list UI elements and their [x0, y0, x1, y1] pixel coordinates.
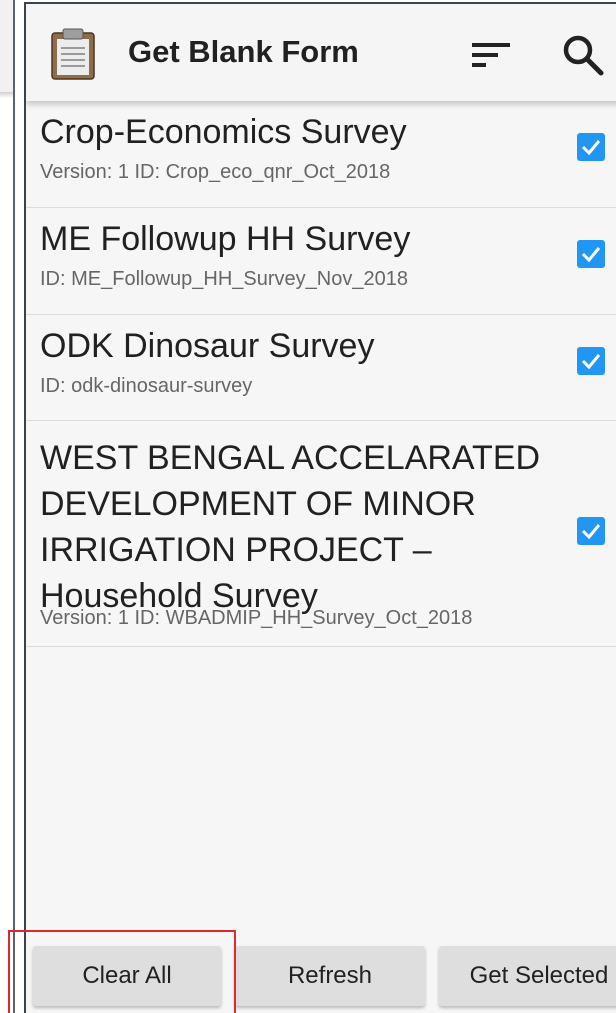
phone-screen: Get Blank Form Crop-Economics Survey Ver…: [24, 2, 616, 1013]
check-icon: [581, 524, 601, 540]
list-item[interactable]: Crop-Economics Survey Version: 1 ID: Cro…: [26, 101, 616, 208]
refresh-button[interactable]: Refresh: [235, 946, 425, 1006]
form-subtitle: ID: odk-dinosaur-survey: [40, 375, 253, 397]
search-icon[interactable]: [562, 34, 604, 76]
form-title: WEST BENGAL ACCELARATED DEVELOPMENT OF M…: [40, 439, 541, 615]
screenshot-page: Get Blank Form Crop-Economics Survey Ver…: [0, 0, 616, 1013]
previous-screen-shadow: [0, 92, 13, 98]
clear-all-button[interactable]: Clear All: [33, 946, 221, 1006]
check-icon: [581, 354, 601, 370]
form-list: Crop-Economics Survey Version: 1 ID: Cro…: [26, 101, 616, 647]
list-item[interactable]: WEST BENGAL ACCELARATED DEVELOPMENT OF M…: [26, 421, 616, 647]
get-selected-button[interactable]: Get Selected: [439, 946, 616, 1006]
form-subtitle: ID: ME_Followup_HH_Survey_Nov_2018: [40, 268, 408, 290]
app-bar: Get Blank Form: [26, 4, 616, 101]
page-title: Get Blank Form: [128, 34, 359, 69]
form-title: ME Followup HH Survey: [40, 220, 411, 258]
form-checkbox[interactable]: [577, 240, 605, 268]
clipboard-icon: [51, 28, 95, 80]
previous-screen-edge: [0, 0, 15, 1013]
previous-screen-app-bar: [0, 0, 13, 92]
list-item[interactable]: ODK Dinosaur Survey ID: odk-dinosaur-sur…: [26, 315, 616, 421]
form-subtitle: Version: 1 ID: Crop_eco_qnr_Oct_2018: [40, 161, 391, 183]
form-checkbox[interactable]: [577, 133, 605, 161]
form-title: ODK Dinosaur Survey: [40, 327, 375, 365]
form-checkbox[interactable]: [577, 517, 605, 545]
check-icon: [581, 140, 601, 156]
form-checkbox[interactable]: [577, 347, 605, 375]
form-title: Crop-Economics Survey: [40, 113, 407, 151]
list-item[interactable]: ME Followup HH Survey ID: ME_Followup_HH…: [26, 208, 616, 315]
form-subtitle: Version: 1 ID: WBADMIP_HH_Survey_Oct_201…: [40, 607, 473, 629]
sort-icon[interactable]: [472, 40, 510, 70]
bottom-button-bar: Clear All Refresh Get Selected: [26, 934, 616, 1013]
check-icon: [581, 247, 601, 263]
